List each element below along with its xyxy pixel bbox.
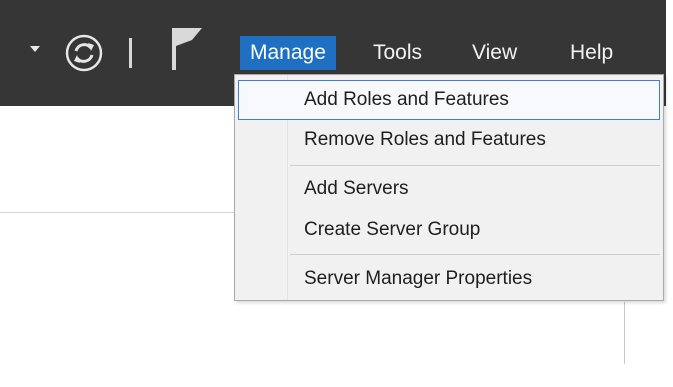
toolbar-separator bbox=[129, 38, 132, 68]
menu-help[interactable]: Help bbox=[570, 36, 613, 70]
content-divider bbox=[624, 302, 625, 364]
menu-item-remove-roles-and-features[interactable]: Remove Roles and Features bbox=[238, 120, 660, 160]
content-pane bbox=[0, 106, 234, 213]
menu-item-add-roles-and-features[interactable]: Add Roles and Features bbox=[238, 80, 660, 120]
menu-separator bbox=[290, 254, 660, 255]
menu-tools[interactable]: Tools bbox=[373, 36, 422, 70]
manage-dropdown-menu: Add Roles and Features Remove Roles and … bbox=[234, 74, 664, 301]
menu-view[interactable]: View bbox=[472, 36, 517, 70]
menu-item-server-manager-properties[interactable]: Server Manager Properties bbox=[238, 259, 660, 299]
menu-separator bbox=[290, 165, 660, 166]
refresh-icon[interactable] bbox=[64, 33, 104, 73]
chevron-down-icon[interactable] bbox=[30, 46, 40, 52]
menu-manage[interactable]: Manage bbox=[240, 36, 336, 70]
menu-item-create-server-group[interactable]: Create Server Group bbox=[238, 210, 660, 250]
flag-icon[interactable] bbox=[170, 26, 210, 72]
menu-item-add-servers[interactable]: Add Servers bbox=[238, 169, 660, 209]
server-manager-window: Manage Tools View Help Add Roles and Fea… bbox=[0, 0, 673, 387]
window-edge bbox=[666, 0, 673, 387]
